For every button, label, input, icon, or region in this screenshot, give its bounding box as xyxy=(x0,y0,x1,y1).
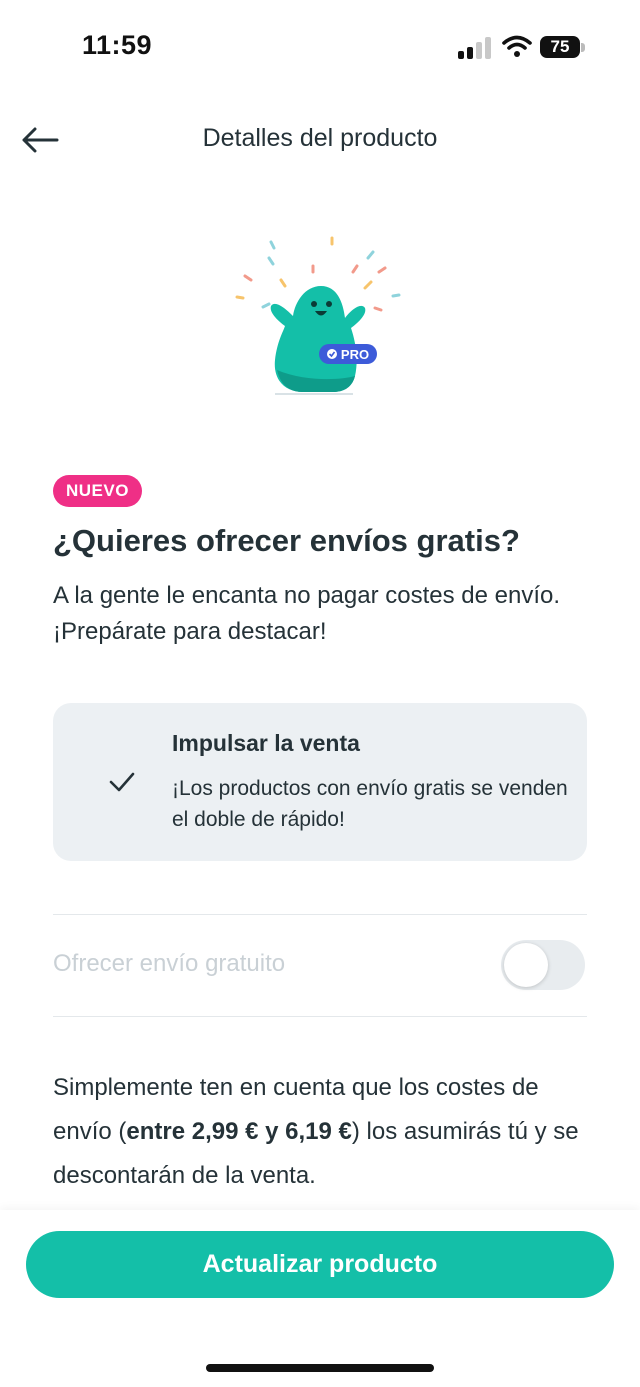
pro-badge-text: PRO xyxy=(341,347,369,362)
benefit-title: Impulsar la venta xyxy=(172,730,360,756)
back-arrow-icon[interactable] xyxy=(20,124,60,156)
new-badge: NUEVO xyxy=(53,475,142,507)
section-heading: ¿Quieres ofrecer envíos gratis? xyxy=(53,523,520,558)
update-product-button[interactable]: Actualizar producto xyxy=(26,1231,614,1298)
battery-icon: 75 xyxy=(540,36,580,58)
note-price-range: entre 2,99 € y 6,19 € xyxy=(126,1118,352,1145)
benefit-description: ¡Los productos con envío gratis se vende… xyxy=(172,777,568,831)
divider-top xyxy=(53,914,587,915)
celebrating-mascot-illustration: PRO xyxy=(235,236,401,395)
home-indicator xyxy=(206,1364,434,1372)
battery-cap xyxy=(581,43,585,52)
shipping-cost-note: Simplemente ten en cuenta que los costes… xyxy=(53,1066,598,1198)
status-time: 11:59 xyxy=(82,30,153,60)
wifi-icon xyxy=(502,35,532,57)
check-icon xyxy=(109,772,135,792)
page-title: Detalles del producto xyxy=(202,124,438,152)
toggle-knob xyxy=(504,943,548,987)
divider-bottom xyxy=(53,1016,587,1017)
free-shipping-toggle[interactable] xyxy=(501,940,585,990)
signal-icon xyxy=(458,37,492,59)
free-shipping-toggle-label: Ofrecer envío gratuito xyxy=(53,950,286,977)
section-subtext: A la gente le encanta no pagar costes de… xyxy=(53,582,561,645)
